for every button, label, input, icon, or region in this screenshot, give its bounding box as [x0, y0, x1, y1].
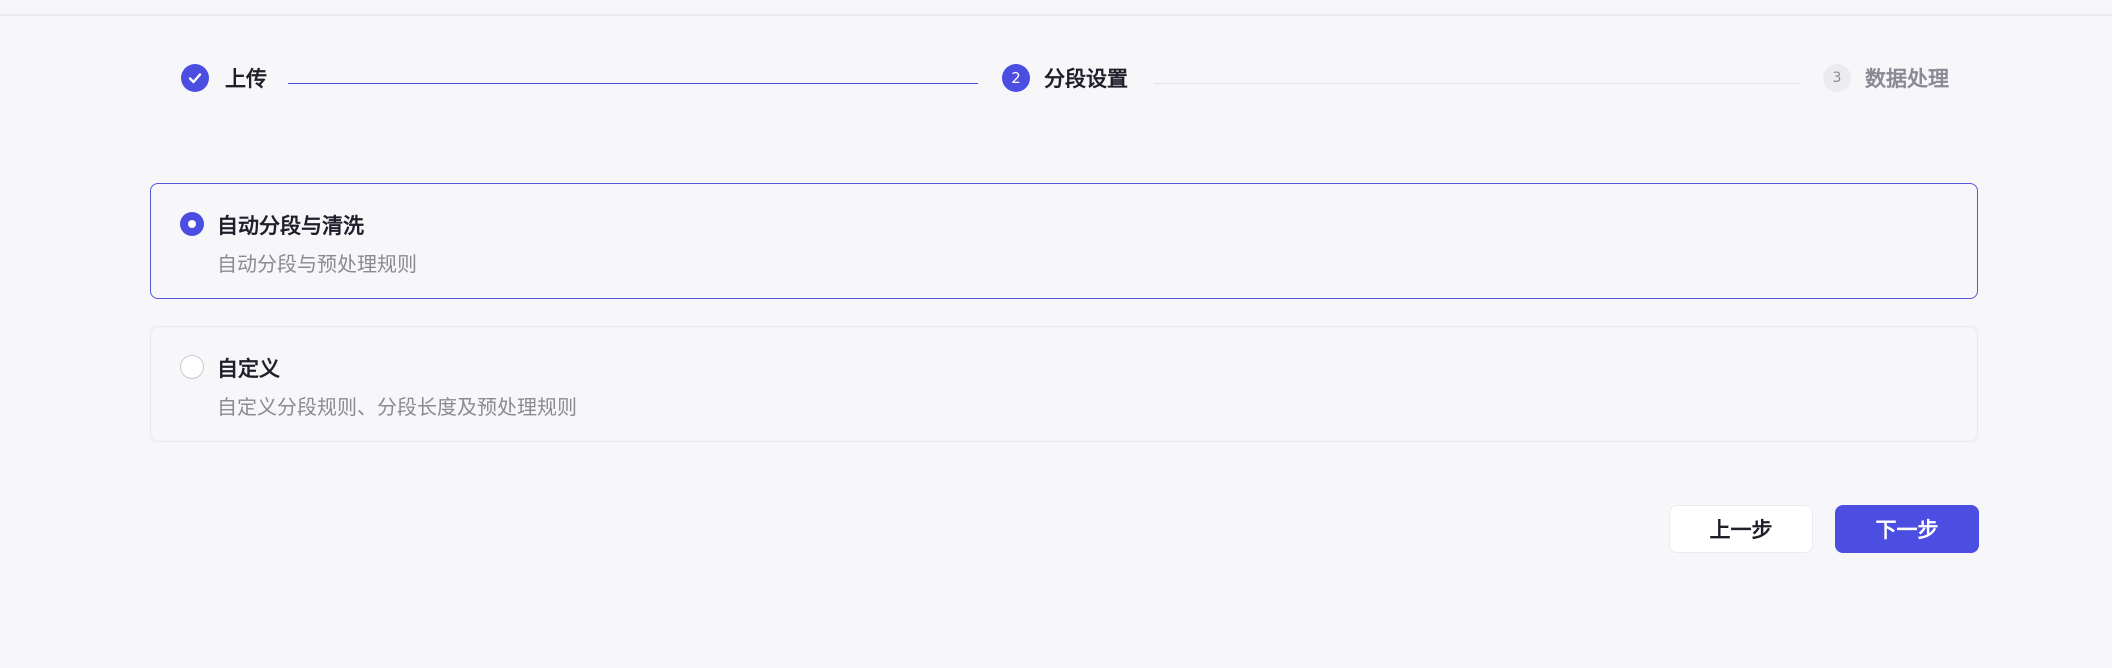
step-segment-settings: 2 分段设置 — [1002, 62, 1128, 94]
step-number-badge: 2 — [1002, 64, 1030, 92]
check-icon — [181, 64, 209, 92]
prev-step-button[interactable]: 上一步 — [1669, 505, 1813, 553]
option-title: 自动分段与清洗 — [217, 214, 364, 238]
radio-selected[interactable] — [180, 212, 204, 236]
step-data-processing: 3 数据处理 — [1823, 62, 1949, 94]
step-label: 上传 — [225, 67, 267, 91]
option-card-auto[interactable]: 自动分段与清洗 自动分段与预处理规则 — [150, 183, 1978, 299]
option-card-custom[interactable]: 自定义 自定义分段规则、分段长度及预处理规则 — [150, 326, 1978, 442]
step-upload: 上传 — [181, 62, 267, 94]
option-description: 自定义分段规则、分段长度及预处理规则 — [217, 395, 577, 419]
radio-unselected[interactable] — [180, 355, 204, 379]
stepper: 上传 2 分段设置 3 数据处理 — [0, 0, 2112, 120]
next-step-button[interactable]: 下一步 — [1835, 505, 1979, 553]
step-label: 分段设置 — [1044, 67, 1128, 91]
step-connector-completed — [288, 83, 978, 84]
step-label: 数据处理 — [1865, 67, 1949, 91]
step-connector-pending — [1154, 83, 1799, 84]
option-description: 自动分段与预处理规则 — [217, 252, 417, 276]
option-title: 自定义 — [217, 357, 280, 381]
step-number-badge: 3 — [1823, 64, 1851, 92]
